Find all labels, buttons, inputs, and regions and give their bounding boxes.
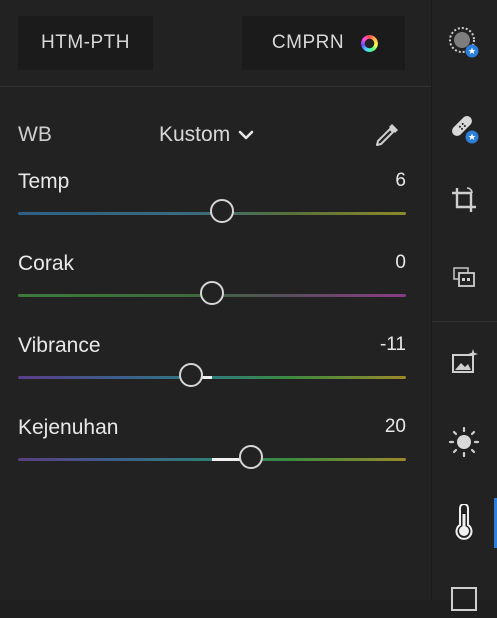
kejenuhan-label: Kejenuhan [18,416,119,439]
black-white-label: HTM-PTH [41,32,130,53]
color-ring-icon [364,37,376,49]
temp-thumb[interactable] [209,199,234,223]
kejenuhan-thumb[interactable] [238,445,263,469]
healing-bandage-icon[interactable] [444,108,484,148]
corak-slider: Corak 0 [18,252,406,312]
presets-icon[interactable] [444,258,484,298]
tool-rail [431,0,497,611]
corak-value[interactable]: 0 [395,252,406,274]
vibrance-value[interactable]: -11 [380,334,406,356]
crop-icon[interactable] [444,180,484,220]
top-bar: HTM-PTH CMPRN [0,0,431,87]
compare-label: CMPRN [271,32,345,53]
compare-button[interactable]: CMPRN [242,16,405,70]
corak-thumb[interactable] [200,281,224,305]
frame-icon[interactable] [444,578,484,618]
wb-label: WB [18,123,52,146]
light-sun-icon[interactable] [444,422,484,462]
eyedropper-icon[interactable] [372,120,402,150]
selective-mask-icon[interactable] [444,22,484,62]
vibrance-thumb[interactable] [178,363,203,387]
white-balance-row: WB Kustom [18,120,408,150]
temp-value[interactable]: 6 [395,170,406,192]
vibrance-track[interactable] [18,376,406,379]
temp-slider: Temp 6 [18,170,406,230]
edit-panel: HTM-PTH CMPRN WB Kustom Temp 6 Corak 0 V… [0,0,431,600]
wb-dropdown[interactable]: Kustom [159,123,254,147]
wb-dropdown-value: Kustom [159,123,231,146]
kejenuhan-value[interactable]: 20 [385,416,406,438]
black-white-button[interactable]: HTM-PTH [18,16,153,70]
kejenuhan-slider: Kejenuhan 20 [18,416,406,476]
rail-divider [432,321,497,322]
corak-label: Corak [18,252,75,275]
vibrance-slider: Vibrance -11 [18,334,406,394]
temp-label: Temp [18,170,70,193]
thermometer-icon[interactable] [444,502,484,542]
image-sparkle-icon[interactable] [444,342,484,382]
vibrance-label: Vibrance [18,334,101,357]
chevron-down-icon [238,130,254,140]
